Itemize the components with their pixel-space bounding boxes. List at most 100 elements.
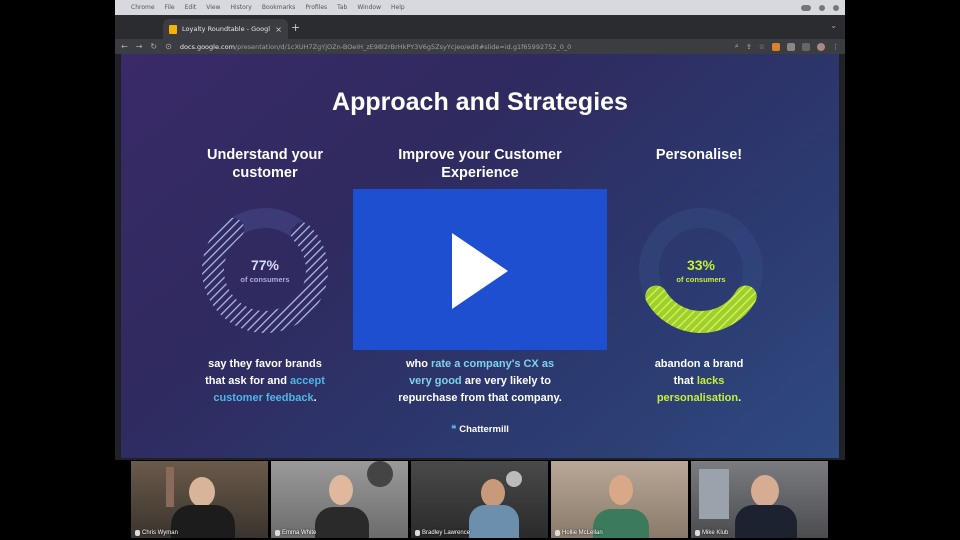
bookmark-star-icon[interactable]: ☆ (759, 43, 765, 51)
participant-name-text: Hollie McLellan (562, 530, 603, 536)
mic-icon (695, 530, 700, 536)
status-icons (801, 4, 839, 11)
browser-window: Chrome File Edit View History Bookmarks … (115, 0, 845, 460)
body-text: are very likely to (461, 375, 551, 387)
chattermill-logo-icon: ❝ (451, 424, 457, 435)
heading-line: Understand your (206, 147, 323, 163)
menu-item-bookmarks[interactable]: Bookmarks (262, 4, 296, 11)
toolbar-icons: ⌕ ⇪ ☆ ⋮ (735, 42, 839, 51)
body-text: abandon a brand (654, 358, 744, 370)
menu-item-window[interactable]: Window (357, 4, 381, 11)
new-tab-icon[interactable]: + (291, 21, 300, 34)
participant-face (189, 477, 215, 507)
favicon-icon (169, 24, 177, 34)
heading-line: Personalise! (655, 147, 743, 163)
column-heading-personalise: Personalise! (599, 146, 799, 164)
participant-face (329, 475, 353, 505)
body-text: say they favor brands (208, 358, 322, 370)
stat-subtitle: of consumers (240, 275, 290, 284)
participant-tile[interactable]: Hollie McLellan (551, 461, 688, 538)
extension-icon[interactable] (772, 42, 780, 51)
mac-menu-bar: Chrome File Edit View History Bookmarks … (115, 0, 845, 15)
participant-name: Mike Klub (695, 530, 728, 536)
participant-name-text: Mike Klub (702, 530, 729, 536)
menu-item-edit[interactable]: Edit (185, 4, 197, 11)
highlight-text: personalisation (656, 392, 739, 404)
address-bar: ← → ↻ ⊙ docs.google.com/presentation/d/1… (115, 39, 845, 54)
body-text: who (405, 358, 431, 370)
browser-tab[interactable]: Loyalty Roundtable - Google × (163, 19, 288, 39)
body-text: . (738, 392, 742, 404)
participant-tile[interactable]: Mike Klub (691, 461, 828, 538)
stat-77: 77% of consumers (205, 257, 325, 284)
forward-icon[interactable]: → (136, 42, 143, 51)
tab-title: Loyalty Roundtable - Google (182, 25, 271, 33)
menu-item-help[interactable]: Help (391, 4, 405, 11)
participant-body (171, 505, 235, 538)
share-icon[interactable]: ⇪ (746, 43, 752, 51)
heading-line: customer (232, 165, 298, 181)
slide-title: Approach and Strategies (332, 88, 628, 116)
participant-name: Chris Wyman (135, 530, 178, 536)
participant-face (609, 475, 633, 505)
column-heading-improve: Improve your Customer Experience (380, 146, 580, 182)
back-icon[interactable]: ← (121, 42, 128, 51)
extension-icon[interactable] (787, 42, 795, 51)
participant-name: Emma White (275, 530, 316, 536)
background-shelf (166, 467, 174, 507)
menu-item-chrome[interactable]: Chrome (131, 4, 155, 11)
body-text: that (673, 375, 697, 387)
logo-text: Chattermill (459, 424, 509, 435)
status-dot-icon[interactable] (833, 4, 839, 11)
background-lamp (506, 471, 522, 487)
mic-icon (275, 530, 280, 536)
reload-icon[interactable]: ↻ (150, 42, 157, 51)
ring-arc (645, 285, 757, 333)
tab-bar: Loyalty Roundtable - Google × + ⌄ (115, 15, 845, 39)
participant-tile[interactable]: Bradley Lawrence (411, 461, 548, 538)
mic-icon (555, 530, 560, 536)
highlight-text: lacks (696, 375, 725, 387)
column-body-personalise: abandon a brand that lacks personalisati… (584, 356, 814, 407)
background-window (699, 469, 729, 519)
column-body-understand: say they favor brands that ask for and a… (150, 356, 380, 407)
url-field[interactable]: docs.google.com/presentation/d/1cXUH7ZgY… (180, 43, 727, 51)
video-player[interactable] (353, 189, 607, 350)
highlight-text: rate a company's CX as (431, 358, 555, 370)
body-text: . (313, 392, 317, 404)
column-body-improve: who rate a company's CX as very good are… (365, 356, 595, 407)
menu-item-tab[interactable]: Tab (337, 4, 347, 11)
zoom-icon[interactable]: ⌕ (735, 42, 739, 51)
participant-tile[interactable]: Emma White (271, 461, 408, 538)
url-domain: docs.google.com (179, 42, 235, 51)
participant-tile[interactable]: Chris Wyman (131, 461, 268, 538)
background-decor (367, 461, 393, 487)
app-menu: Chrome File Edit View History Bookmarks … (131, 4, 791, 11)
stat-33: 33% of consumers (641, 257, 761, 284)
highlight-text: customer feedback (213, 392, 314, 404)
participant-body (735, 505, 797, 538)
stat-percent: 77% (250, 257, 280, 273)
highlight-text: very good (409, 375, 462, 387)
menu-item-profiles[interactable]: Profiles (305, 4, 327, 11)
avatar[interactable] (817, 42, 825, 51)
status-dot-icon[interactable] (819, 4, 825, 11)
close-icon[interactable]: × (275, 25, 282, 34)
participant-face (481, 479, 505, 507)
more-menu-icon[interactable]: ⋮ (832, 43, 839, 51)
participant-body (315, 507, 369, 538)
participant-name: Bradley Lawrence (415, 530, 470, 536)
menu-item-history[interactable]: History (230, 4, 251, 11)
side-panel-icon[interactable] (802, 42, 810, 51)
participant-name-text: Emma White (282, 530, 317, 536)
cloud-icon[interactable] (801, 4, 811, 11)
menu-item-view[interactable]: View (206, 4, 220, 11)
lock-icon[interactable]: ⊙ (165, 42, 172, 51)
stat-subtitle: of consumers (676, 275, 726, 284)
body-text: that ask for and (205, 375, 291, 387)
mic-icon (415, 530, 420, 536)
chevron-down-icon[interactable]: ⌄ (830, 21, 837, 30)
menu-item-file[interactable]: File (165, 4, 175, 11)
play-icon[interactable] (353, 189, 607, 350)
participant-name-text: Bradley Lawrence (422, 530, 471, 536)
